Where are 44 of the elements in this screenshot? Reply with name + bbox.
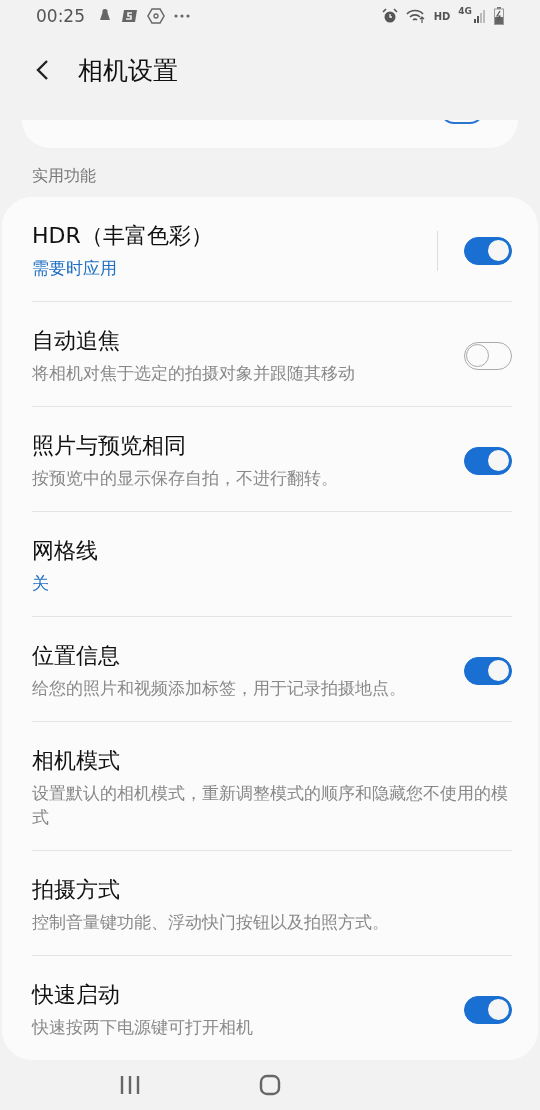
alarm-icon — [381, 8, 398, 24]
item-title: HDR（丰富色彩） — [32, 222, 213, 251]
item-subtitle: 控制音量键功能、浮动快门按钮以及拍照方式。 — [32, 911, 390, 934]
battery-icon — [494, 7, 504, 25]
section-header: 实用功能 — [31, 165, 97, 187]
item-title: 快速启动 — [32, 980, 120, 1009]
item-title: 自动追焦 — [32, 327, 120, 356]
item-title: 相机模式 — [32, 747, 120, 775]
toggle-switch[interactable] — [464, 657, 512, 685]
toggle-switch[interactable] — [464, 447, 512, 475]
settings-item[interactable]: 照片与预览相同 按预览中的显示保存自拍，不进行翻转。 — [32, 407, 512, 512]
page-title: 相机设置 — [78, 54, 178, 87]
settings-item[interactable]: 拍摄方式 控制音量键功能、浮动快门按钮以及拍照方式。 — [32, 850, 512, 956]
item-title: 照片与预览相同 — [32, 432, 186, 461]
status-time: 00:25 — [36, 6, 85, 26]
s-icon — [121, 8, 139, 24]
settings-item[interactable]: HDR（丰富色彩） 需要时应用 — [32, 197, 512, 302]
item-title: 拍摄方式 — [32, 875, 120, 904]
toggle-switch[interactable] — [464, 237, 512, 265]
toggle-switch[interactable] — [464, 995, 512, 1024]
settings-item[interactable]: 网格线 关 — [32, 512, 512, 617]
item-subtitle: 将相机对焦于选定的拍摄对象并跟随其移动 — [32, 363, 356, 386]
hexagon-icon — [147, 8, 165, 24]
settings-item[interactable]: 快速启动 快速按两下电源键可打开相机 — [32, 955, 512, 1060]
more-icon — [173, 13, 191, 19]
item-subtitle: 需要时应用 — [32, 258, 118, 281]
item-subtitle: 快速按两下电源键可打开相机 — [32, 1016, 254, 1039]
toggle-switch[interactable] — [464, 342, 512, 370]
back-icon — [34, 58, 50, 82]
item-subtitle: 关 — [32, 573, 50, 596]
item-subtitle: 设置默认的相机模式，重新调整模式的顺序和隐藏您不使用的模式 — [32, 783, 509, 829]
signal-icon — [474, 9, 486, 23]
settings-item[interactable]: 自动追焦 将相机对焦于选定的拍摄对象并跟随其移动 — [32, 302, 512, 407]
settings-item[interactable]: 相机模式 设置默认的相机模式，重新调整模式的顺序和隐藏您不使用的模式 — [32, 722, 512, 851]
item-subtitle: 按预览中的显示保存自拍，不进行翻转。 — [32, 468, 339, 491]
item-title: 网格线 — [32, 537, 98, 566]
home-icon[interactable] — [259, 1073, 281, 1096]
settings-item[interactable]: 位置信息 给您的照片和视频添加标签，用于记录拍摄地点。 — [32, 617, 512, 722]
hd-label: HD — [433, 10, 451, 22]
item-title: 位置信息 — [32, 642, 120, 671]
network-type-label: 4G — [458, 6, 472, 16]
recent-apps-icon[interactable] — [119, 1074, 141, 1095]
item-subtitle: 给您的照片和视频添加标签，用于记录拍摄地点。 — [32, 678, 407, 701]
wifi-icon — [405, 8, 426, 24]
